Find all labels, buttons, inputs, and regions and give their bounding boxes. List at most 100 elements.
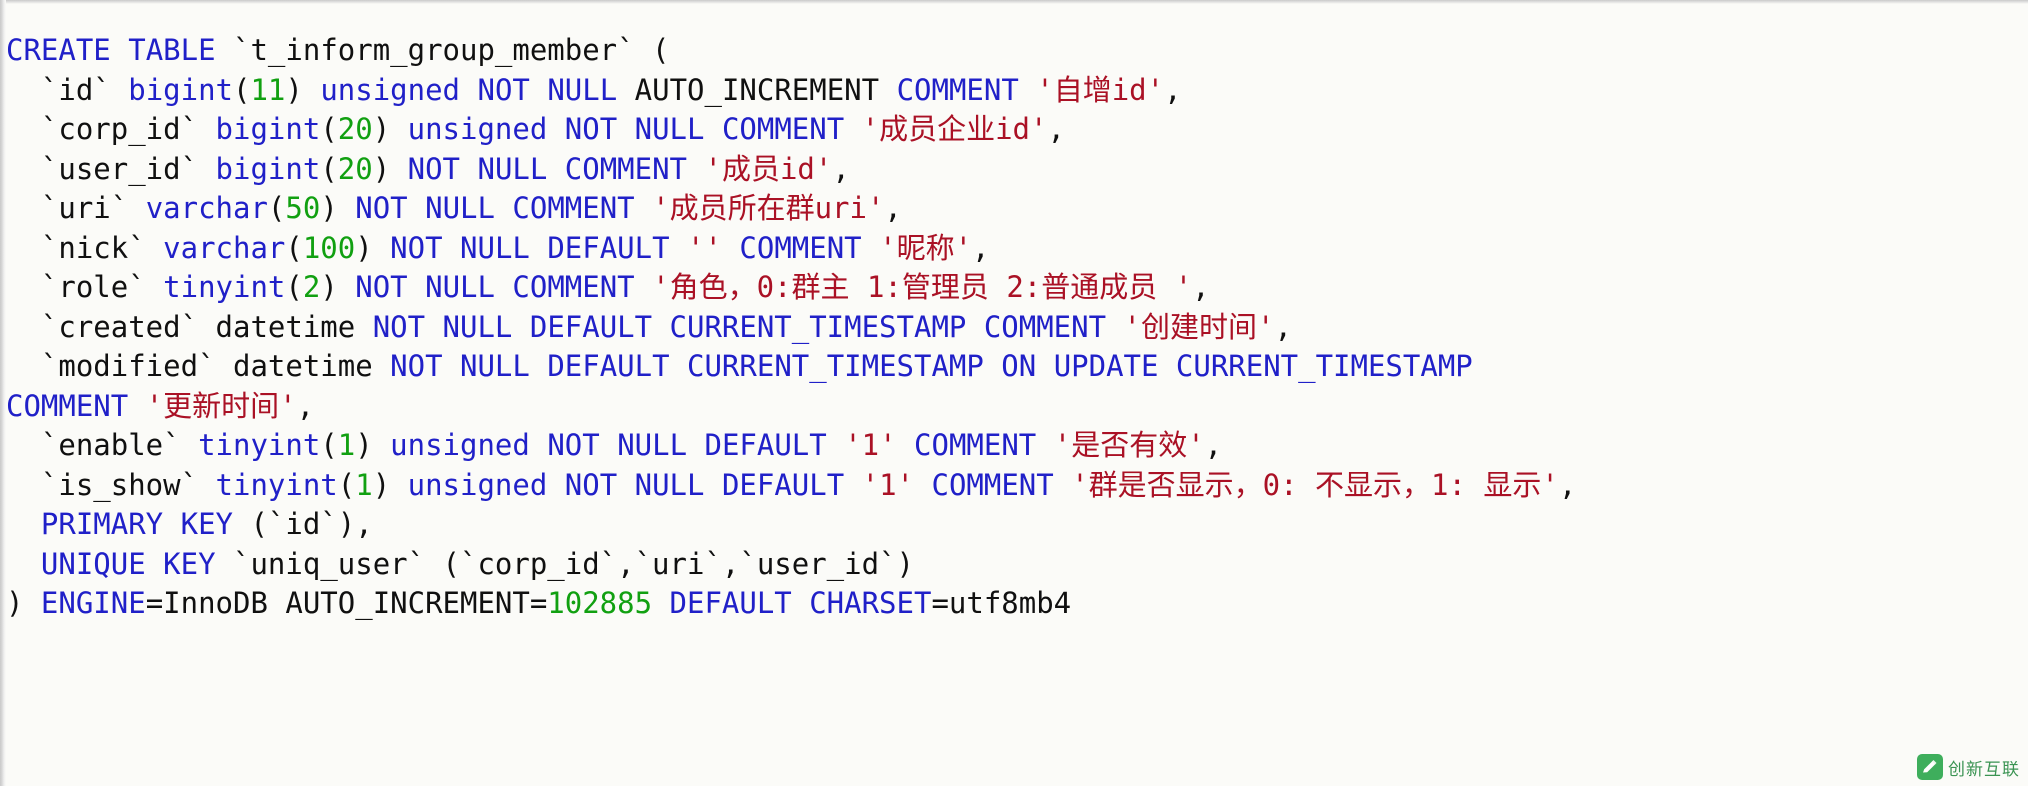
code-token: 1 — [337, 428, 356, 462]
code-token: `t_inform_group_member` — [233, 33, 635, 67]
code-token: `uri` — [40, 191, 129, 225]
code-token: '昵称' — [879, 230, 973, 265]
code-token: COMMENT — [512, 270, 635, 304]
code-token: ( — [285, 270, 303, 304]
code-token: NOT — [477, 72, 530, 107]
code-token: UNIQUE — [40, 546, 146, 581]
code-token: COMMENT — [739, 230, 862, 265]
code-line: `nick` varchar(100) NOT NULL DEFAULT '' … — [6, 229, 2022, 269]
code-token: NULL — [442, 309, 513, 344]
code-token: ) — [372, 112, 391, 146]
code-token: ) — [320, 191, 338, 225]
code-line: `modified` datetime NOT NULL DEFAULT CUR… — [6, 347, 2022, 387]
code-token: (`id`), — [250, 507, 373, 541]
code-token: ) — [6, 586, 41, 620]
code-token: '' — [687, 230, 722, 265]
code-token: tinyint — [163, 270, 286, 304]
code-token: unsigned — [320, 72, 461, 107]
code-line: `role` tinyint(2) NOT NULL COMMENT '角色，0… — [6, 268, 2022, 308]
code-token: '成员id' — [704, 151, 833, 186]
code-line: `corp_id` bigint(20) unsigned NOT NULL C… — [6, 110, 2022, 150]
code-token: ( — [233, 72, 251, 107]
code-token: 102885 — [547, 586, 653, 620]
code-line: `id` bigint(11) unsigned NOT NULL AUTO_I… — [6, 71, 2022, 111]
code-token: NULL — [477, 151, 548, 186]
code-token: '1' — [861, 467, 915, 502]
code-token: = — [931, 586, 949, 620]
code-token: bigint — [215, 112, 321, 146]
code-token: bigint — [215, 151, 321, 186]
code-token: '1' — [844, 428, 897, 462]
code-line: CREATE TABLE `t_inform_group_member` ( — [6, 31, 2022, 71]
code-token: AUTO_INCREMENT — [634, 72, 880, 107]
code-token: '是否有效' — [1053, 428, 1205, 462]
code-token: `uniq_user` — [233, 546, 426, 581]
code-token: CURRENT_TIMESTAMP — [1175, 349, 1473, 383]
code-token: '角色，0:群主 1:管理员 2:普通成员 ' — [652, 270, 1193, 304]
code-token: , — [296, 388, 315, 423]
code-token: , — [832, 151, 850, 186]
sql-code-block[interactable]: CREATE TABLE `t_inform_group_member` ( `… — [6, 31, 2022, 624]
code-token: NULL — [617, 428, 688, 462]
code-token: DEFAULT — [529, 309, 653, 344]
code-line: `user_id` bigint(20) NOT NULL COMMENT '成… — [6, 150, 2022, 190]
code-token: NOT — [407, 151, 461, 186]
code-token: ( — [634, 33, 670, 67]
code-token: COMMENT — [896, 72, 1019, 107]
code-token: 20 — [337, 151, 373, 186]
code-token: ( — [337, 467, 356, 502]
watermark: 创新互联 — [1917, 754, 2020, 780]
code-token: NULL — [634, 112, 705, 146]
code-token: NULL — [634, 467, 705, 502]
code-token: COMMENT — [6, 388, 129, 423]
code-token: `is_show` — [40, 467, 199, 502]
code-line: PRIMARY KEY (`id`), — [6, 505, 2022, 545]
code-token: NULL — [460, 230, 530, 265]
code-token: CREATE — [6, 33, 111, 67]
code-token: 11 — [250, 72, 286, 107]
code-token: KEY — [163, 546, 216, 581]
code-token: COMMENT — [914, 428, 1037, 462]
code-line: `created` datetime NOT NULL DEFAULT CURR… — [6, 308, 2022, 348]
code-token: KEY — [180, 507, 233, 541]
code-token: `id` — [40, 72, 111, 107]
code-token: , — [1164, 72, 1182, 107]
code-line: ) ENGINE=InnoDB AUTO_INCREMENT=102885 DE… — [6, 584, 2022, 624]
code-token: COMMENT — [983, 309, 1107, 344]
code-token: NOT — [547, 428, 600, 462]
code-line: UNIQUE KEY `uniq_user` (`corp_id`,`uri`,… — [6, 545, 2022, 585]
code-token: AUTO_INCREMENT — [285, 586, 530, 620]
